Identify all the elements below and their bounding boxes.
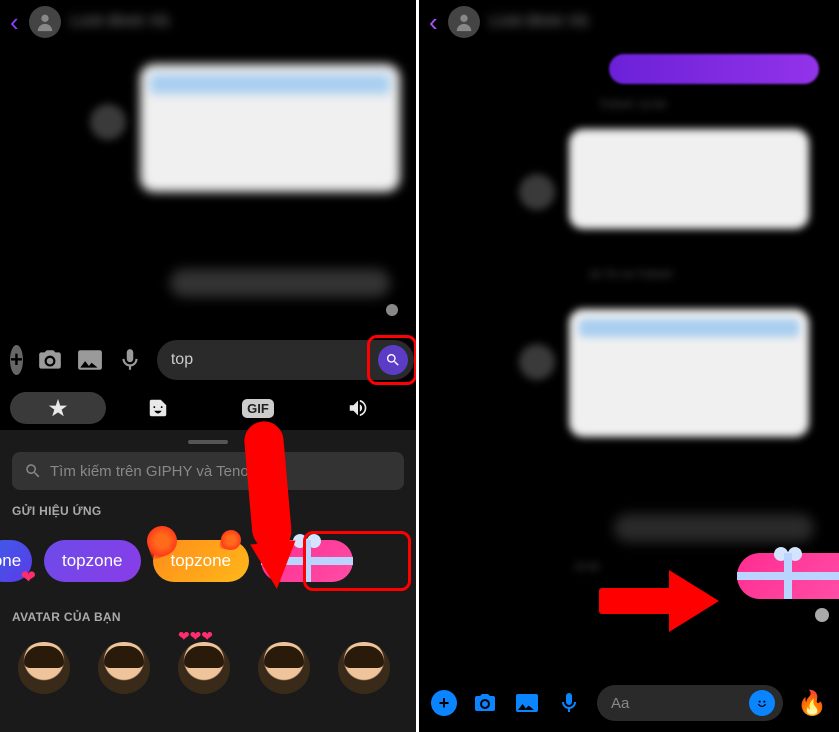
composer: + [0, 334, 416, 386]
timestamp: 20 TH 10 TODAY [589, 269, 674, 281]
avatar-option[interactable] [174, 636, 234, 696]
giphy-placeholder: Tìm kiếm trên GIPHY và Tenor [50, 463, 254, 480]
chat-messages: TODAY 10:00 20 TH 10 TODAY 10:30 [419, 44, 839, 604]
avatars-row [0, 632, 416, 696]
message-placeholder: Aa [611, 695, 749, 712]
gift-bow-icon [774, 547, 802, 563]
section-avatars-title: AVATAR CỦA BẠN [12, 610, 404, 624]
sound-icon [347, 397, 369, 419]
message-bubble [170, 269, 390, 297]
message-avatar [519, 344, 555, 380]
chat-header: ‹ Linh Đình Vũ [419, 0, 839, 44]
timestamp: TODAY 10:00 [599, 99, 666, 111]
camera-icon[interactable] [471, 689, 499, 717]
chat-messages [0, 44, 416, 334]
effect-heart[interactable]: one [0, 540, 32, 582]
message-bubble [614, 514, 814, 542]
sticker-icon [147, 397, 169, 419]
gallery-icon[interactable] [513, 689, 541, 717]
contact-name[interactable]: Linh Đình Vũ [490, 13, 589, 31]
microphone-icon[interactable] [117, 345, 143, 375]
effect-topzone-fire[interactable]: topzone [153, 540, 250, 582]
screenshot-right: ‹ Linh Đình Vũ TODAY 10:00 20 TH 10 TODA… [419, 0, 839, 732]
camera-icon[interactable] [37, 345, 63, 375]
emoji-icon[interactable] [749, 690, 775, 716]
star-icon [47, 397, 69, 419]
search-icon [385, 352, 401, 368]
avatar-option[interactable] [14, 636, 74, 696]
chat-header: ‹ Linh Đình Vũ [0, 0, 416, 44]
effect-topzone-purple[interactable]: topzone [44, 540, 141, 582]
giphy-search[interactable]: Tìm kiếm trên GIPHY và Tenor [12, 452, 404, 490]
search-input-container [157, 340, 414, 380]
back-icon[interactable]: ‹ [10, 7, 19, 38]
gallery-icon[interactable] [77, 345, 103, 375]
composer: + Aa 🔥 [419, 674, 839, 732]
message-avatar [519, 174, 555, 210]
message-bubble [569, 129, 809, 229]
sent-message-bubble [609, 54, 819, 84]
avatar-option[interactable] [254, 636, 314, 696]
avatar[interactable] [448, 6, 480, 38]
message-bubble [569, 309, 809, 437]
sent-gift-bubble[interactable] [737, 553, 839, 599]
avatar-option[interactable] [94, 636, 154, 696]
search-icon [24, 462, 42, 480]
read-receipt [815, 608, 829, 622]
avatar-option[interactable] [334, 636, 394, 696]
plus-icon[interactable]: + [431, 690, 457, 716]
effects-row: one topzone topzone [0, 526, 416, 596]
tab-sound[interactable] [310, 392, 406, 424]
read-receipt [386, 304, 398, 316]
search-button[interactable] [378, 345, 408, 375]
plus-icon[interactable]: + [10, 345, 23, 375]
screenshot-left: ‹ Linh Đình Vũ + [0, 0, 419, 732]
tab-favorites[interactable] [10, 392, 106, 424]
tab-stickers[interactable] [110, 392, 206, 424]
back-icon[interactable]: ‹ [429, 7, 438, 38]
microphone-icon[interactable] [555, 689, 583, 717]
effect-gift[interactable] [261, 540, 353, 582]
section-effects-title: GỬI HIỆU ỨNG [12, 504, 404, 518]
drawer-handle[interactable] [188, 440, 228, 444]
avatar[interactable] [29, 6, 61, 38]
sticker-drawer: Tìm kiếm trên GIPHY và Tenor GỬI HIỆU ỨN… [0, 430, 416, 732]
contact-name[interactable]: Linh Đình Vũ [71, 13, 170, 31]
tab-gif[interactable]: GIF [210, 392, 306, 424]
message-bubble [140, 64, 400, 192]
timestamp: 10:30 [574, 562, 599, 573]
gift-bow-icon [293, 534, 321, 550]
message-avatar [90, 104, 126, 140]
fire-reaction-icon[interactable]: 🔥 [797, 689, 827, 718]
message-input[interactable]: Aa [597, 685, 783, 721]
search-input[interactable] [171, 351, 378, 369]
gif-icon: GIF [242, 399, 274, 418]
media-tabs: GIF [0, 386, 416, 430]
